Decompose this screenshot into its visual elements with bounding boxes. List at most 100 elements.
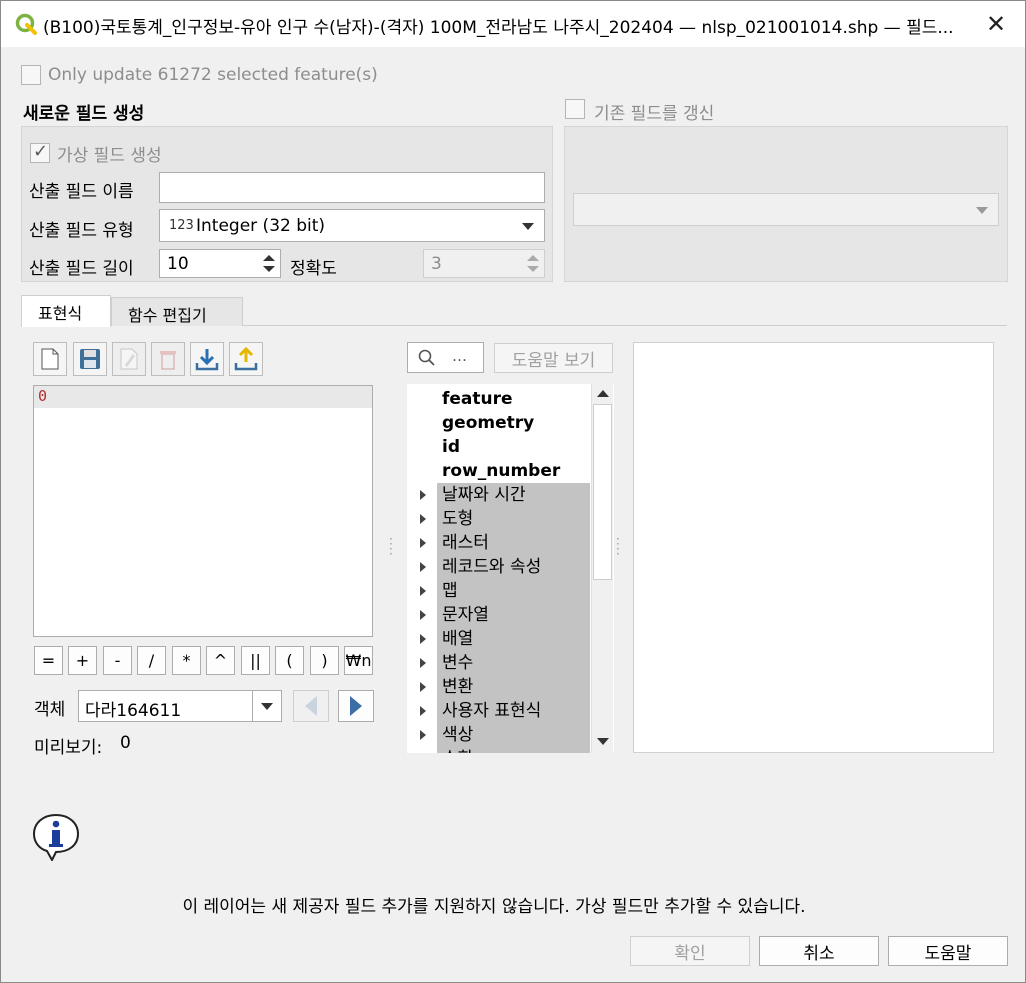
function-tree-item[interactable]: 변수 — [407, 651, 590, 675]
function-tree-item[interactable]: 배열 — [407, 627, 590, 651]
download-icon — [195, 349, 219, 371]
splitter-handle[interactable]: · · · · — [616, 533, 620, 560]
function-tree-item-label: row_number — [442, 461, 561, 481]
operator-close-paren-button[interactable]: ) — [310, 646, 339, 675]
function-tree-item[interactable]: 맵 — [407, 579, 590, 603]
expand-arrow-icon[interactable] — [420, 682, 426, 692]
triangle-left-icon — [305, 696, 317, 716]
function-tree-item[interactable]: 사용자 표현식 — [407, 699, 590, 723]
operator-concat-button[interactable]: || — [241, 646, 270, 675]
virtual-field-label: 가상 필드 생성 — [57, 146, 162, 166]
function-tree-item-label: 문자열 — [442, 605, 489, 625]
previous-feature-button[interactable] — [293, 690, 329, 722]
precision-label: 정확도 — [290, 259, 337, 279]
operator-equals-button[interactable]: = — [34, 646, 63, 675]
expand-arrow-icon[interactable] — [420, 514, 426, 524]
tab-expression[interactable]: 표현식 — [21, 295, 111, 327]
expand-arrow-icon[interactable] — [420, 658, 426, 668]
trash-icon — [160, 351, 176, 370]
import-button[interactable] — [190, 342, 224, 376]
title-bar: (B100)국토통계_인구정보-유아 인구 수(남자)-(격자) 100M_전라… — [1, 1, 1025, 47]
function-tree-item[interactable]: geometry — [407, 411, 590, 435]
update-field-group — [564, 126, 1008, 282]
function-tree-item[interactable]: feature — [407, 387, 590, 411]
feature-select[interactable]: 다라164611 — [78, 690, 282, 722]
search-icon — [418, 349, 435, 366]
function-tree-item[interactable]: 색상 — [407, 723, 590, 747]
expand-arrow-icon[interactable] — [420, 490, 426, 500]
scrollbar-thumb[interactable] — [593, 404, 612, 580]
field-type-select[interactable]: 123 Integer (32 bit) — [159, 209, 545, 242]
operator-divide-button[interactable]: / — [137, 646, 166, 675]
edit-button[interactable] — [112, 342, 146, 376]
expand-arrow-icon[interactable] — [420, 538, 426, 548]
operator-multiply-button[interactable]: * — [172, 646, 201, 675]
scroll-down-icon[interactable] — [597, 738, 609, 745]
operator-minus-button[interactable]: - — [103, 646, 132, 675]
next-feature-button[interactable] — [338, 690, 374, 722]
expression-editor[interactable]: 0 — [33, 385, 373, 637]
splitter-handle[interactable]: · · · · — [389, 533, 393, 560]
expand-arrow-icon[interactable] — [420, 562, 426, 572]
expand-arrow-icon[interactable] — [420, 730, 426, 740]
field-length-spinbox[interactable]: 10 — [159, 249, 281, 278]
function-tree-item[interactable]: id — [407, 435, 590, 459]
export-button[interactable] — [229, 342, 263, 376]
update-existing-field-checkbox[interactable] — [565, 99, 585, 119]
function-tree-item-label: 도형 — [442, 509, 474, 529]
spin-arrows-icon[interactable] — [522, 250, 544, 277]
group-highlight — [437, 579, 590, 603]
field-name-input[interactable] — [159, 172, 545, 203]
operator-plus-button[interactable]: + — [68, 646, 97, 675]
precision-value: 3 — [431, 254, 442, 274]
show-help-button[interactable]: 도움말 보기 — [494, 343, 613, 373]
field-length-label: 산출 필드 길이 — [29, 259, 134, 279]
function-tree-item[interactable]: 날짜와 시간 — [407, 483, 590, 507]
new-file-icon — [41, 348, 59, 370]
function-tree-item-label: feature — [442, 389, 513, 409]
save-button[interactable] — [73, 342, 107, 376]
operator-power-button[interactable]: ^ — [206, 646, 235, 675]
function-tree-item-label: 래스터 — [442, 533, 489, 553]
expand-arrow-icon[interactable] — [420, 706, 426, 716]
scroll-up-icon[interactable] — [597, 390, 609, 397]
tab-function-editor[interactable]: 함수 편집기 — [111, 297, 243, 326]
spin-arrows-icon[interactable] — [258, 250, 280, 277]
function-tree-item[interactable]: row_number — [407, 459, 590, 483]
function-tree[interactable]: feature geometry id row_number 날짜와 시간 도형래스터레코… — [407, 384, 614, 753]
function-tree-scrollbar[interactable] — [591, 384, 613, 753]
triangle-right-icon — [350, 696, 362, 716]
only-update-selected-checkbox[interactable] — [21, 65, 41, 85]
expand-arrow-icon[interactable] — [420, 586, 426, 596]
function-tree-item[interactable]: 래스터 — [407, 531, 590, 555]
delete-button[interactable] — [151, 342, 185, 376]
operator-open-paren-button[interactable]: ( — [275, 646, 304, 675]
precision-spinbox[interactable]: 3 — [423, 249, 545, 278]
function-tree-item[interactable]: 수학 — [407, 747, 590, 753]
function-tree-item[interactable]: 도형 — [407, 507, 590, 531]
new-file-button[interactable] — [33, 342, 67, 376]
field-length-value: 10 — [167, 254, 189, 274]
expand-arrow-icon[interactable] — [420, 634, 426, 644]
function-tree-item-label: 레코드와 속성 — [442, 557, 542, 577]
function-tree-item-label: geometry — [442, 413, 535, 433]
info-icon — [32, 813, 80, 861]
existing-field-select[interactable] — [573, 193, 999, 226]
qgis-logo-icon — [15, 13, 37, 35]
function-tree-item[interactable]: 문자열 — [407, 603, 590, 627]
virtual-field-checkbox[interactable] — [30, 141, 50, 163]
operator-newline-button[interactable]: ₩n — [344, 646, 373, 675]
function-tree-item[interactable]: 변환 — [407, 675, 590, 699]
function-tree-item-label: 수학 — [442, 747, 473, 753]
function-search-input[interactable]: … — [407, 342, 484, 373]
help-button[interactable]: 도움말 — [888, 936, 1008, 966]
ok-button[interactable]: 확인 — [630, 936, 750, 966]
field-type-value: Integer (32 bit) — [196, 216, 326, 236]
cancel-button[interactable]: 취소 — [759, 936, 879, 966]
function-tree-item[interactable]: 레코드와 속성 — [407, 555, 590, 579]
expand-arrow-icon[interactable] — [420, 610, 426, 620]
function-tree-item-label: 변환 — [442, 677, 474, 697]
info-message: 이 레이어는 새 제공자 필드 추가를 지원하지 않습니다. 가상 필드만 추가… — [182, 897, 806, 917]
close-button[interactable]: ✕ — [973, 1, 1019, 47]
integer-type-icon: 123 — [169, 218, 194, 233]
